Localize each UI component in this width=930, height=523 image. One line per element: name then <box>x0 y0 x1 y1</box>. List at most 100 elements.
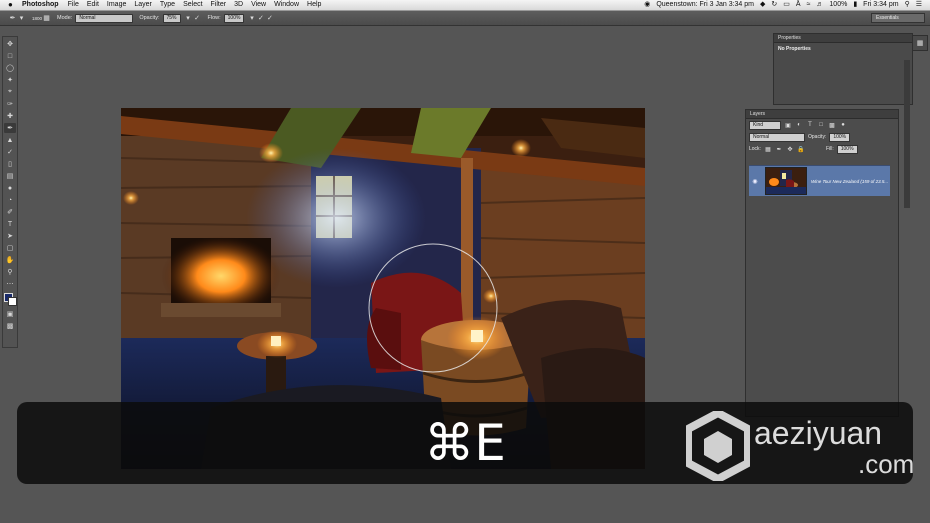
more-tools-icon[interactable]: ⋯ <box>4 279 16 289</box>
gradient-tool-icon[interactable]: ▤ <box>4 171 16 181</box>
quick-select-tool-icon[interactable]: ✦ <box>4 75 16 85</box>
app-menu[interactable]: Photoshop <box>22 0 59 10</box>
filter-pixel-icon[interactable]: ▣ <box>784 122 792 129</box>
properties-tab[interactable]: Properties <box>774 34 912 43</box>
display-icon[interactable]: ▭ <box>783 0 790 10</box>
menu-window[interactable]: Window <box>274 0 299 10</box>
bluetooth-icon[interactable]: Å <box>796 0 801 10</box>
clone-stamp-tool-icon[interactable]: ▲ <box>4 135 16 145</box>
blend-mode-select[interactable]: Normal <box>749 132 805 142</box>
lock-label: Lock: <box>749 146 761 152</box>
color-swatches[interactable] <box>4 293 17 306</box>
fill-input[interactable]: 100% <box>836 144 858 154</box>
wifi-icon[interactable]: ≈ <box>807 0 811 10</box>
zoom-tool-icon[interactable]: ⚲ <box>4 267 16 277</box>
screen-mode-icon[interactable]: ▩ <box>4 321 16 331</box>
visibility-eye-icon[interactable]: ◉ <box>749 178 761 185</box>
opacity-input[interactable]: 75% <box>162 13 181 23</box>
type-tool-icon[interactable]: T <box>4 219 16 229</box>
tools-panel: ✥ □ ◯ ✦ ⌖ ✑ ✚ ✒ ▲ ✓ ▯ ▤ ● ◔ ✐ T ➤ ▢ ✋ ⚲ … <box>2 36 18 348</box>
watermark-logo-icon <box>686 411 750 481</box>
layer-name[interactable]: Wine Tour New Zealand (159 of 23.5... <box>811 179 888 184</box>
menu-filter[interactable]: Filter <box>211 0 227 10</box>
menu-3d[interactable]: 3D <box>234 0 243 10</box>
layers-tab[interactable]: Layers <box>746 110 898 119</box>
pressure-size-icon[interactable]: ✓ <box>265 14 274 23</box>
clock[interactable]: Fri 3:34 pm <box>863 0 898 10</box>
lock-all-icon[interactable]: 🔒 <box>797 146 805 153</box>
layer-thumbnail <box>765 167 807 195</box>
airbrush-icon[interactable]: ✓ <box>256 14 265 23</box>
panel-dock-icon[interactable]: ▦ <box>912 35 928 51</box>
pressure-opacity-icon[interactable]: ✓ <box>193 14 202 23</box>
dropdown-arrow-icon[interactable]: ▾ <box>247 14 256 23</box>
move-tool-icon[interactable]: ✥ <box>4 39 16 49</box>
dropdown-arrow-icon[interactable]: ▾ <box>184 14 193 23</box>
menu-file[interactable]: File <box>68 0 79 10</box>
notification-icon[interactable]: ◉ <box>644 0 650 10</box>
panel-scrollbar[interactable] <box>904 60 910 208</box>
eraser-tool-icon[interactable]: ▯ <box>4 159 16 169</box>
watermark-text: aeziyuan <box>754 415 883 451</box>
properties-panel: Properties No Properties <box>773 33 913 105</box>
workspace-select[interactable]: Essentials <box>871 13 925 23</box>
brush-tool-icon[interactable]: ✒ <box>8 14 17 23</box>
lock-pixels-icon[interactable]: ✒ <box>775 146 783 153</box>
brush-panel-icon[interactable]: ▦ <box>42 14 51 23</box>
mode-select[interactable]: Normal <box>75 13 134 23</box>
pen-tool-icon[interactable]: ✐ <box>4 207 16 217</box>
healing-brush-tool-icon[interactable]: ✚ <box>4 111 16 121</box>
layers-panel: Layers Kind ▣ ◐ T □ ▩ ● Normal Opacity: … <box>745 109 899 417</box>
dropdown-arrow-icon[interactable]: ▾ <box>17 14 26 23</box>
lasso-tool-icon[interactable]: ◯ <box>4 63 16 73</box>
history-brush-tool-icon[interactable]: ✓ <box>4 147 16 157</box>
hand-tool-icon[interactable]: ✋ <box>4 255 16 265</box>
flow-input[interactable]: 100% <box>223 13 245 23</box>
menu-view[interactable]: View <box>251 0 266 10</box>
fill-label: Fill: <box>825 146 834 152</box>
brush-tool-icon[interactable]: ✒ <box>4 123 16 133</box>
flow-label: Flow: <box>207 15 221 21</box>
menu-select[interactable]: Select <box>183 0 202 10</box>
list-icon[interactable]: ☰ <box>916 0 922 10</box>
crop-tool-icon[interactable]: ⌖ <box>4 87 16 97</box>
menu-help[interactable]: Help <box>307 0 321 10</box>
brush-size: 1800 <box>32 15 43 21</box>
layer-row[interactable]: ◉ Wine Tour New Zealand (159 of 23.5... <box>749 165 890 196</box>
layer-opacity-label: Opacity: <box>808 134 827 140</box>
background-color[interactable] <box>8 297 17 306</box>
path-select-tool-icon[interactable]: ➤ <box>4 231 16 241</box>
lock-transparency-icon[interactable]: ▦ <box>764 146 772 153</box>
marquee-tool-icon[interactable]: □ <box>4 51 16 61</box>
filter-kind-select[interactable]: Kind <box>749 120 781 130</box>
volume-icon[interactable]: ♬ <box>816 0 823 10</box>
layer-opacity-input[interactable]: 100% <box>829 132 851 142</box>
dodge-tool-icon[interactable]: ◔ <box>4 195 16 205</box>
filter-shape-icon[interactable]: □ <box>817 122 825 128</box>
menu-edit[interactable]: Edit <box>87 0 99 10</box>
shape-tool-icon[interactable]: ▢ <box>4 243 16 253</box>
filter-toggle-icon[interactable]: ● <box>839 122 847 128</box>
battery-percent[interactable]: 100% <box>829 0 847 10</box>
location-time[interactable]: Queenstown: Fri 3 Jan 3:34 pm <box>656 0 754 10</box>
search-icon[interactable]: ⚲ <box>905 0 910 10</box>
quick-mask-icon[interactable]: ▣ <box>4 309 16 319</box>
menu-type[interactable]: Type <box>160 0 175 10</box>
opacity-label: Opacity: <box>139 15 160 21</box>
watermark-domain: .com <box>858 449 915 479</box>
dropbox-icon[interactable]: ◆ <box>760 0 765 10</box>
filter-smart-object-icon[interactable]: ▩ <box>828 122 836 129</box>
brush-preset-picker[interactable]: 1800 <box>32 16 42 21</box>
filter-type-icon[interactable]: T <box>806 122 814 128</box>
watermark: aeziyuan .com <box>686 411 926 486</box>
lock-position-icon[interactable]: ✥ <box>786 146 794 153</box>
workspace-label: Essentials <box>876 15 899 21</box>
filter-adjustment-icon[interactable]: ◐ <box>795 122 803 128</box>
apple-icon[interactable]: ● <box>8 1 16 9</box>
blur-tool-icon[interactable]: ● <box>4 183 16 193</box>
eyedropper-tool-icon[interactable]: ✑ <box>4 99 16 109</box>
properties-content: No Properties <box>778 46 811 52</box>
menu-image[interactable]: Image <box>107 0 126 10</box>
menu-layer[interactable]: Layer <box>134 0 152 10</box>
sync-icon[interactable]: ↻ <box>771 0 777 10</box>
